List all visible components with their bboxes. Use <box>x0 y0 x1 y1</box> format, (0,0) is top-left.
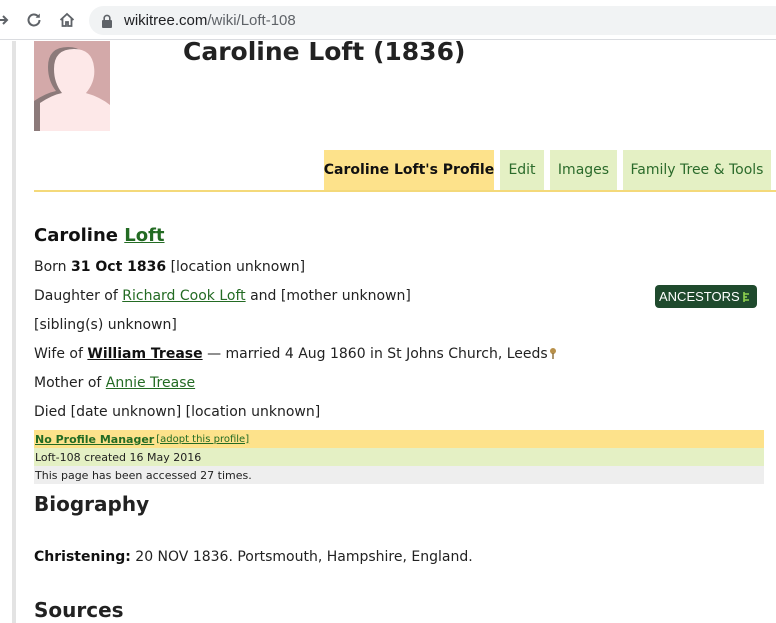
marriage-detail: — married 4 Aug 1860 in St Johns Church,… <box>207 346 548 362</box>
tab-profile[interactable]: Caroline Loft's Profile <box>324 150 494 190</box>
sources-heading: Sources <box>34 598 124 622</box>
person-name-heading: Caroline Loft <box>34 225 165 246</box>
page-title: Caroline Loft (1836) <box>183 41 466 66</box>
mother-unknown: [mother unknown] <box>280 288 411 304</box>
birth-date: 31 Oct 1836 <box>71 259 167 275</box>
father-link[interactable]: Richard Cook Loft <box>122 288 245 304</box>
tab-images[interactable]: Images <box>550 150 617 190</box>
page-content: Caroline Loft (1836) Caroline Loft's Pro… <box>0 41 776 623</box>
adopt-profile-link[interactable]: [adopt this profile] <box>156 434 249 445</box>
url-path: /wiki/Loft-108 <box>207 12 296 29</box>
family-tree-icon <box>742 291 749 302</box>
birth-line: Born 31 Oct 1836 [location unknown] <box>34 259 306 275</box>
home-icon[interactable] <box>55 8 79 32</box>
no-profile-manager-link[interactable]: No Profile Manager <box>35 433 154 446</box>
ancestors-button[interactable]: ANCESTORS <box>655 285 757 308</box>
spouse-line: Wife of William Trease — married 4 Aug 1… <box>34 346 557 362</box>
birth-place: [location unknown] <box>170 259 306 275</box>
christening-line: Christening: 20 NOV 1836. Portsmouth, Ha… <box>34 549 473 565</box>
profile-manager-bar: No Profile Manager [adopt this profile] <box>34 430 764 448</box>
children-line: Mother of Annie Trease <box>34 375 196 391</box>
death-line: Died [date unknown] [location unknown] <box>34 404 321 420</box>
address-bar[interactable]: wikitree.com/wiki/Loft-108 <box>89 6 776 35</box>
accessed-bar: This page has been accessed 27 times. <box>34 466 764 484</box>
siblings-line: [sibling(s) unknown] <box>34 317 177 333</box>
profile-silhouette-image <box>34 41 110 131</box>
profile-tabs: Caroline Loft's Profile Edit Images Fami… <box>34 150 776 192</box>
browser-toolbar: wikitree.com/wiki/Loft-108 <box>0 0 776 40</box>
lock-icon <box>102 14 112 28</box>
child-link[interactable]: Annie Trease <box>106 375 195 391</box>
surname-link[interactable]: Loft <box>124 225 164 246</box>
url-host: wikitree.com <box>124 12 208 29</box>
parents-line: Daughter of Richard Cook Loft and [mothe… <box>34 288 411 304</box>
reload-icon[interactable] <box>22 8 46 32</box>
map-pin-icon[interactable] <box>549 347 557 359</box>
page-left-border <box>12 41 16 623</box>
tab-edit[interactable]: Edit <box>500 150 544 190</box>
first-name: Caroline <box>34 225 118 246</box>
biography-heading: Biography <box>34 492 150 516</box>
created-bar: Loft-108 created 16 May 2016 <box>34 448 764 466</box>
spouse-link[interactable]: William Trease <box>87 346 202 362</box>
tab-family-tree-tools[interactable]: Family Tree & Tools <box>623 150 771 190</box>
forward-icon[interactable] <box>0 8 14 32</box>
